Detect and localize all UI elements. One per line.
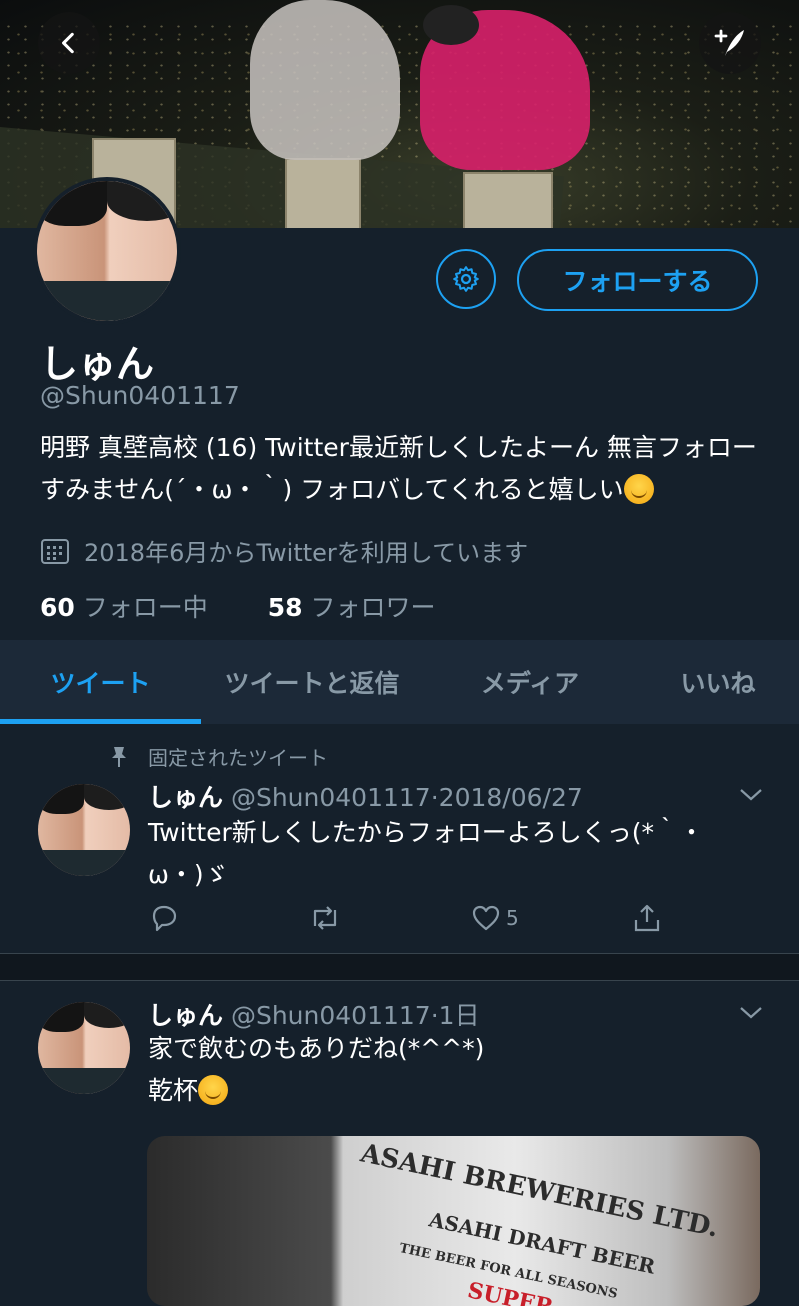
tweet-media-image[interactable]: ASAHI BREWERIES LTD. ASAHI DRAFT BEER TH…: [147, 1136, 760, 1306]
like-button[interactable]: 5: [470, 902, 519, 934]
avatar-hair: [84, 784, 130, 810]
tweet-avatar[interactable]: [38, 1002, 130, 1094]
followers-label: フォロワー: [310, 593, 436, 622]
profile-name: しゅん: [40, 342, 155, 386]
tweet-text-line: ω・)ゞ: [148, 860, 229, 889]
like-count: 5: [506, 906, 519, 930]
tweet-menu-button[interactable]: [738, 782, 764, 810]
chevron-down-icon: [740, 1007, 762, 1019]
stone-post: [463, 172, 553, 228]
smiling-face-emoji: [198, 1075, 229, 1105]
follow-button[interactable]: フォローする: [517, 249, 758, 311]
tweet-separator: ·: [430, 1001, 439, 1030]
stone-post: [285, 158, 361, 228]
avatar-shirt: [37, 281, 177, 321]
tweet-header: しゅん @Shun0401117·1日: [148, 996, 480, 1032]
avatar-shirt: [38, 850, 130, 876]
tweet-divider: [0, 953, 799, 981]
profile-avatar[interactable]: [33, 177, 181, 325]
tweet-menu-button[interactable]: [738, 1000, 764, 1028]
reply-icon: [152, 905, 177, 932]
tweet-time[interactable]: 2018/06/27: [439, 783, 583, 812]
avatar-hair: [38, 1002, 84, 1032]
retweet-button[interactable]: [307, 902, 343, 934]
join-date-text: 2018年6月からTwitterを利用しています: [84, 539, 529, 567]
back-arrow-icon: [62, 32, 74, 54]
avatar-hair: [84, 1002, 130, 1028]
tweet-text: Twitter新しくしたからフォローよろしくっ(*｀・ ω・)ゞ: [148, 812, 768, 896]
compose-tweet-icon: [714, 29, 744, 56]
compose-tweet-button[interactable]: [699, 12, 761, 74]
tab-tweets[interactable]: ツイート: [0, 640, 201, 724]
profile-bio: 明野 真壁高校 (16) Twitter最近新しくしたよーん 無言フォローすみま…: [40, 427, 770, 511]
pin-icon: [112, 746, 126, 767]
tweet-text-line2: 乾杯: [148, 1076, 199, 1105]
join-date: 2018年6月からTwitterを利用しています: [40, 533, 528, 568]
following-label: フォロー中: [82, 593, 208, 622]
settings-button[interactable]: [436, 249, 496, 309]
followers-count: 58: [267, 593, 303, 622]
tweet-text-line: 乾杯: [148, 1070, 768, 1112]
calendar-icon: [41, 538, 69, 564]
profile-tabs: ツイート ツイートと返信 メディア いいね: [0, 640, 799, 724]
can-label-brewery: ASAHI BREWERIES LTD.: [357, 1138, 722, 1244]
following-link[interactable]: 60 フォロー中: [40, 588, 208, 624]
avatar-shirt: [38, 1068, 130, 1094]
tweet-author-handle: @Shun0401117: [230, 783, 431, 812]
tweet-author-name[interactable]: しゅん: [148, 783, 223, 812]
tweet-separator: ·: [430, 783, 439, 812]
profile-handle: @Shun0401117: [40, 381, 240, 410]
chevron-down-icon: [740, 789, 762, 801]
retweet-icon: [313, 906, 337, 930]
avatar-hair: [37, 181, 107, 226]
tab-tweets-and-replies[interactable]: ツイートと返信: [201, 640, 423, 724]
tab-media[interactable]: メディア: [423, 640, 637, 724]
tweet-author-handle: @Shun0401117: [230, 1001, 431, 1030]
tweet-time[interactable]: 1日: [439, 1001, 480, 1030]
gear-icon: [453, 266, 479, 292]
followers-link[interactable]: 58 フォロワー: [268, 588, 436, 624]
tweet-avatar[interactable]: [38, 784, 130, 876]
tweet-header: しゅん @Shun0401117·2018/06/27: [148, 778, 583, 814]
pinned-indicator: 固定されたツイート: [108, 742, 328, 771]
tweet-author-name[interactable]: しゅん: [148, 1001, 223, 1030]
avatar-hair: [38, 784, 84, 814]
banner-person-white: [250, 0, 400, 160]
share-button[interactable]: [631, 902, 663, 934]
following-count: 60: [40, 593, 75, 622]
tweet-text-line: 家で飲むのもありだね(*^^*): [148, 1034, 485, 1063]
smiling-face-emoji: [623, 474, 654, 504]
avatar-hair: [107, 181, 177, 221]
reply-button[interactable]: [148, 902, 180, 934]
tab-likes[interactable]: いいね: [637, 640, 799, 724]
share-icon: [634, 904, 660, 932]
follow-stats: 60 フォロー中 58 フォロワー: [40, 588, 436, 624]
heart-icon: [472, 905, 500, 931]
back-button[interactable]: [38, 12, 100, 74]
active-tab-indicator: [0, 719, 201, 724]
tweet-text-line: Twitter新しくしたからフォローよろしくっ(*｀・: [148, 818, 705, 847]
pinned-label: 固定されたツイート: [148, 746, 328, 770]
banner-person-head: [423, 5, 479, 45]
tweet-text: 家で飲むのもありだね(*^^*) 乾杯: [148, 1028, 768, 1112]
